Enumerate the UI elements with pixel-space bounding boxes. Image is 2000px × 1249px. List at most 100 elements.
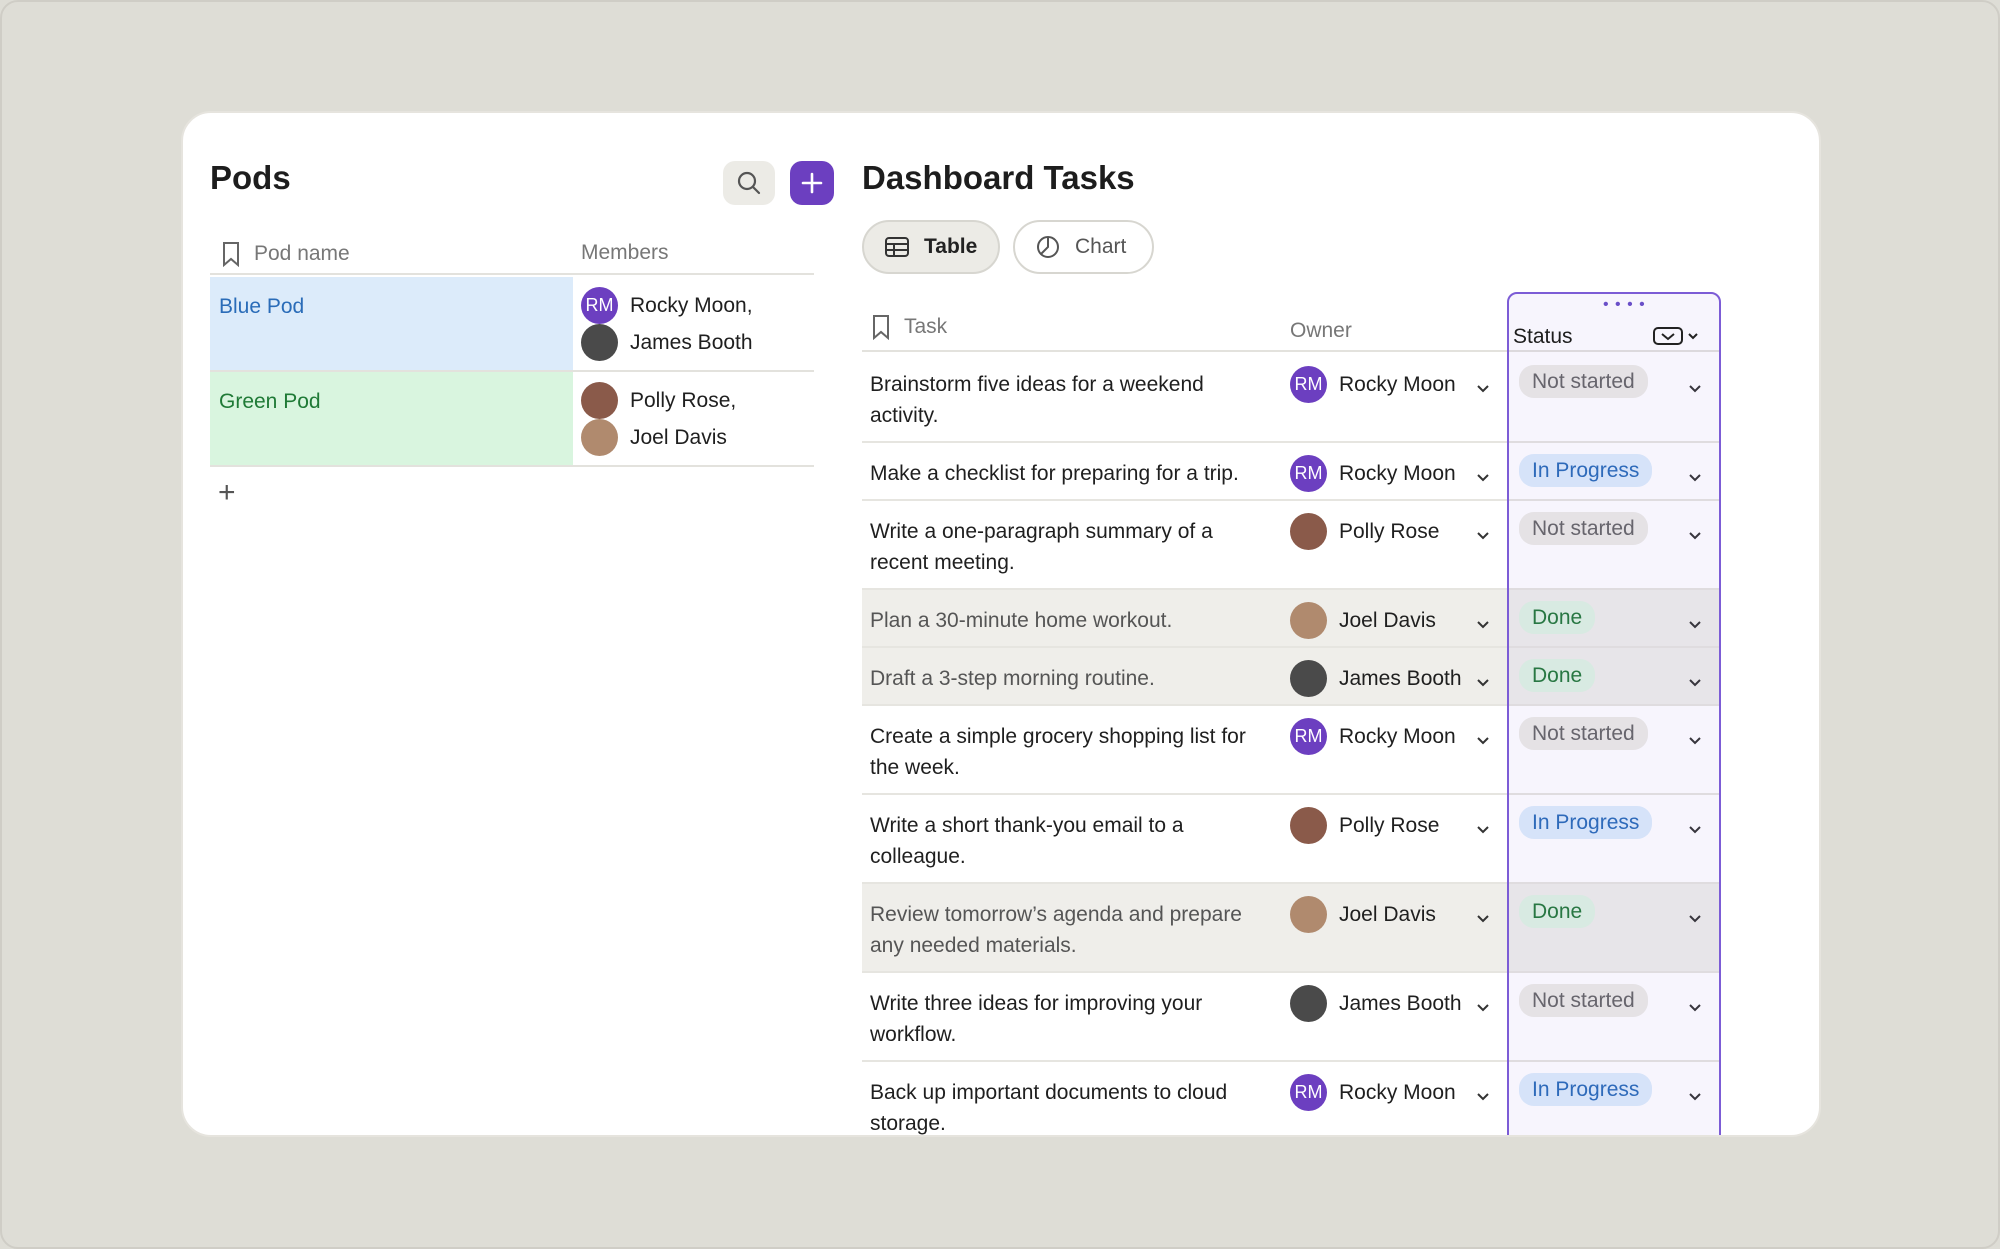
pie-chart-icon bbox=[1037, 236, 1059, 258]
status-cell[interactable]: Not started bbox=[1519, 717, 1648, 750]
avatar bbox=[1290, 513, 1327, 550]
chevron-down-icon[interactable] bbox=[1476, 995, 1490, 1019]
table-row[interactable]: Green Pod Polly Rose, Joel Davis bbox=[210, 372, 814, 467]
tab-chart[interactable]: Chart bbox=[1013, 220, 1154, 274]
owner-name: Rocky Moon bbox=[1339, 372, 1456, 396]
status-cell[interactable]: Not started bbox=[1519, 984, 1648, 1017]
status-cell[interactable]: In Progress bbox=[1519, 454, 1653, 487]
task-cell[interactable]: Make a checklist for preparing for a tri… bbox=[870, 458, 1270, 489]
table-row[interactable]: Back up important documents to cloud sto… bbox=[862, 1062, 1720, 1135]
status-cell[interactable]: Done bbox=[1519, 601, 1596, 634]
search-button[interactable] bbox=[723, 161, 775, 205]
members-column-header[interactable]: Members bbox=[581, 241, 669, 265]
avatar: RM bbox=[1290, 366, 1327, 403]
status-badge: Done bbox=[1519, 601, 1596, 634]
avatar bbox=[1290, 896, 1327, 933]
table-row[interactable]: Write a one-paragraph summary of a recen… bbox=[862, 501, 1720, 590]
owner-name: Rocky Moon bbox=[1339, 1080, 1456, 1104]
chevron-down-icon[interactable] bbox=[1688, 1084, 1702, 1108]
table-row[interactable]: Draft a 3-step morning routine. James Bo… bbox=[862, 648, 1720, 706]
member-item: Joel Davis bbox=[581, 419, 736, 456]
chevron-down-icon[interactable] bbox=[1476, 465, 1490, 489]
owner-cell[interactable]: Joel Davis bbox=[1290, 896, 1436, 933]
table-row[interactable]: Blue Pod RM Rocky Moon, James Booth bbox=[210, 277, 814, 372]
add-pod-button[interactable] bbox=[790, 161, 834, 205]
owner-cell[interactable]: James Booth bbox=[1290, 985, 1462, 1022]
status-cell[interactable]: Not started bbox=[1519, 365, 1648, 398]
chevron-down-icon[interactable] bbox=[1688, 995, 1702, 1019]
chevron-down-icon[interactable] bbox=[1688, 906, 1702, 930]
owner-cell[interactable]: Polly Rose bbox=[1290, 513, 1439, 550]
task-cell[interactable]: Plan a 30-minute home workout. bbox=[870, 605, 1270, 636]
chevron-down-icon[interactable] bbox=[1476, 376, 1490, 400]
avatar bbox=[1290, 602, 1327, 639]
status-badge: Done bbox=[1519, 659, 1596, 692]
avatar bbox=[581, 419, 618, 456]
task-cell[interactable]: Write a short thank-you email to a colle… bbox=[870, 810, 1270, 872]
owner-cell[interactable]: Polly Rose bbox=[1290, 807, 1439, 844]
task-cell[interactable]: Back up important documents to cloud sto… bbox=[870, 1077, 1270, 1135]
owner-cell[interactable]: James Booth bbox=[1290, 660, 1462, 697]
pod-members-cell[interactable]: RM Rocky Moon, James Booth bbox=[581, 287, 753, 361]
owner-cell[interactable]: RM Rocky Moon bbox=[1290, 718, 1456, 755]
status-cell[interactable]: Done bbox=[1519, 895, 1596, 928]
page-title: Dashboard Tasks bbox=[862, 159, 1135, 196]
table-row[interactable]: Review tomorrow’s agenda and prepare any… bbox=[862, 884, 1720, 973]
chevron-down-icon[interactable] bbox=[1476, 817, 1490, 841]
table-icon bbox=[885, 237, 909, 257]
task-cell[interactable]: Create a simple grocery shopping list fo… bbox=[870, 721, 1270, 783]
table-row[interactable]: Write three ideas for improving your wor… bbox=[862, 973, 1720, 1062]
owner-column-header[interactable]: Owner bbox=[1290, 319, 1352, 343]
owner-cell[interactable]: Joel Davis bbox=[1290, 602, 1436, 639]
chevron-down-icon[interactable] bbox=[1476, 1084, 1490, 1108]
status-cell[interactable]: Done bbox=[1519, 659, 1596, 692]
avatar bbox=[581, 382, 618, 419]
chevron-down-icon[interactable] bbox=[1688, 817, 1702, 841]
table-row[interactable]: Write a short thank-you email to a colle… bbox=[862, 795, 1720, 884]
tab-table-label: Table bbox=[924, 235, 978, 258]
chevron-down-icon[interactable] bbox=[1688, 523, 1702, 547]
status-cell[interactable]: In Progress bbox=[1519, 1073, 1653, 1106]
chevron-down-icon[interactable] bbox=[1688, 728, 1702, 752]
pod-name-cell[interactable]: Blue Pod bbox=[210, 277, 573, 370]
table-row[interactable]: Create a simple grocery shopping list fo… bbox=[862, 706, 1720, 795]
owner-cell[interactable]: RM Rocky Moon bbox=[1290, 1074, 1456, 1111]
task-cell[interactable]: Brainstorm five ideas for a weekend acti… bbox=[870, 369, 1270, 431]
chevron-down-icon[interactable] bbox=[1688, 670, 1702, 694]
add-pod-row-button[interactable]: + bbox=[218, 476, 236, 510]
chevron-down-icon[interactable] bbox=[1476, 906, 1490, 930]
task-cell[interactable]: Review tomorrow’s agenda and prepare any… bbox=[870, 899, 1270, 961]
task-cell[interactable]: Write three ideas for improving your wor… bbox=[870, 988, 1270, 1050]
pod-members-cell[interactable]: Polly Rose, Joel Davis bbox=[581, 382, 736, 456]
pod-name-cell[interactable]: Green Pod bbox=[210, 372, 573, 465]
chevron-down-icon[interactable] bbox=[1476, 728, 1490, 752]
chevron-down-icon[interactable] bbox=[1476, 670, 1490, 694]
avatar bbox=[1290, 660, 1327, 697]
avatar bbox=[1290, 807, 1327, 844]
status-cell[interactable]: Not started bbox=[1519, 512, 1648, 545]
table-row[interactable]: Plan a 30-minute home workout. Joel Davi… bbox=[862, 590, 1720, 648]
task-header-label: Task bbox=[904, 315, 948, 338]
member-item: James Booth bbox=[581, 324, 753, 361]
pods-panel: Pods Pod name Members Blue Pod RM Rocky … bbox=[210, 113, 834, 1135]
task-column-header[interactable]: Task bbox=[872, 314, 947, 340]
status-cell[interactable]: In Progress bbox=[1519, 806, 1653, 839]
chevron-down-icon[interactable] bbox=[1688, 612, 1702, 636]
task-cell[interactable]: Write a one-paragraph summary of a recen… bbox=[870, 516, 1270, 578]
task-cell[interactable]: Draft a 3-step morning routine. bbox=[870, 663, 1270, 694]
owner-cell[interactable]: RM Rocky Moon bbox=[1290, 366, 1456, 403]
chevron-down-icon[interactable] bbox=[1476, 612, 1490, 636]
member-name: Rocky Moon, bbox=[630, 294, 753, 317]
status-column-header[interactable]: Status bbox=[1513, 311, 1713, 351]
app-card: Pods Pod name Members Blue Pod RM Rocky … bbox=[181, 111, 1821, 1137]
chevron-down-icon[interactable] bbox=[1476, 523, 1490, 547]
owner-cell[interactable]: RM Rocky Moon bbox=[1290, 455, 1456, 492]
table-row[interactable]: Brainstorm five ideas for a weekend acti… bbox=[862, 354, 1720, 443]
column-type-icon[interactable] bbox=[1653, 326, 1701, 346]
chevron-down-icon[interactable] bbox=[1688, 376, 1702, 400]
pod-name-column-header[interactable]: Pod name bbox=[222, 241, 350, 267]
table-row[interactable]: Make a checklist for preparing for a tri… bbox=[862, 443, 1720, 501]
tab-table[interactable]: Table bbox=[862, 220, 1000, 274]
chevron-down-icon[interactable] bbox=[1688, 465, 1702, 489]
owner-name: James Booth bbox=[1339, 666, 1462, 690]
